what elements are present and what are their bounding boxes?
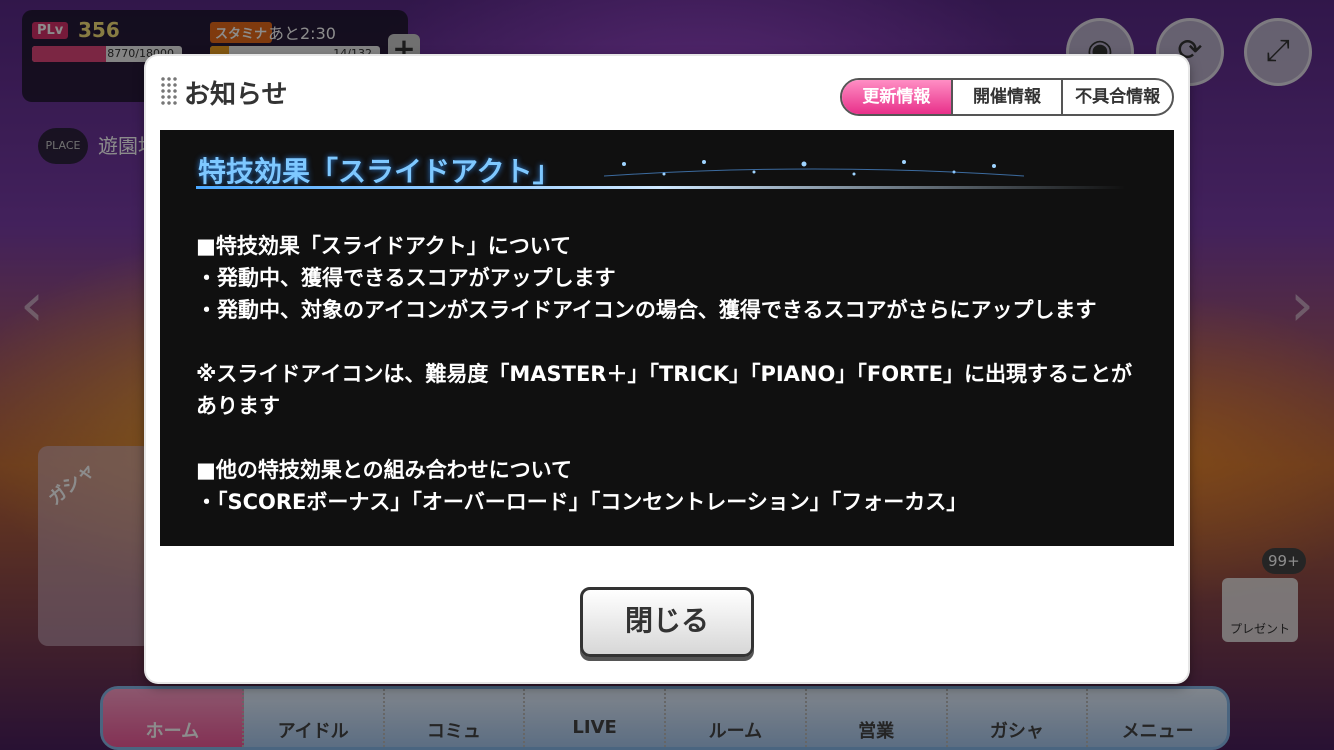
body-line: ■他の特技効果との組み合わせについて (196, 458, 572, 482)
notice-content[interactable]: 特技効果「スライドアクト」 ■特技効果「スライドアクト」について ・発動中、獲得… (160, 130, 1174, 546)
body-line: ■特技効果「スライドアクト」について (196, 234, 572, 258)
grip-icon (160, 76, 178, 106)
body-line: ・「SCOREボーナス」「オーバーロード」「コンセントレーション」「フォーカス」 (196, 490, 968, 514)
tab-event-info[interactable]: 開催情報 (950, 80, 1062, 114)
dialog-title: お知らせ (184, 80, 288, 110)
tab-bug-info[interactable]: 不具合情報 (1061, 80, 1172, 114)
tab-update-info[interactable]: 更新情報 (842, 80, 951, 114)
body-line: ※スライドアイコンは、難易度「MASTER＋」「TRICK」「PIANO」「FO… (196, 362, 1132, 418)
sparkle-decoration-icon (604, 160, 1024, 177)
notice-tabs: 更新情報 開催情報 不具合情報 (840, 78, 1174, 116)
title-underline (196, 186, 1126, 189)
close-button[interactable]: 閉じる (580, 587, 754, 657)
body-line: ・発動中、獲得できるスコアがアップします (196, 266, 616, 290)
content-title: 特技効果「スライドアクト」 (198, 155, 561, 188)
body-line: ・発動中、対象のアイコンがスライドアイコンの場合、獲得できるスコアがさらにアップ… (196, 298, 1097, 322)
content-body: ■特技効果「スライドアクト」について ・発動中、獲得できるスコアがアップします … (196, 230, 1140, 518)
